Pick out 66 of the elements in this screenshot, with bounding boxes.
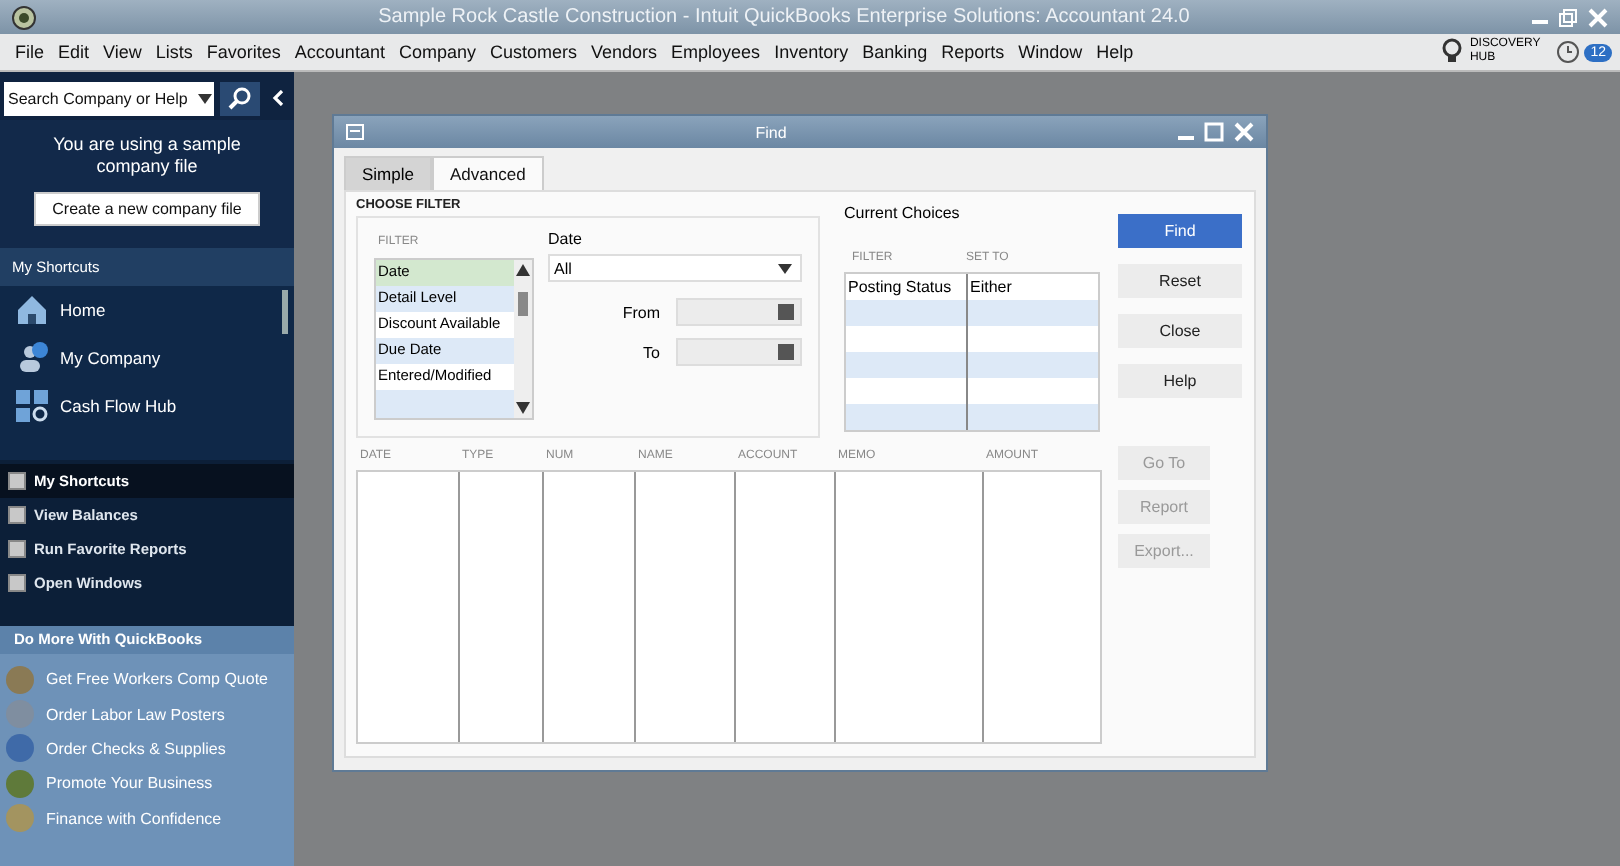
menu-item[interactable]: Favorites (199, 42, 288, 62)
menu-item[interactable]: Lists (148, 42, 200, 62)
menu-item[interactable]: Company (391, 42, 483, 62)
current-choices-label: Current Choices (844, 204, 962, 226)
from-label: From (622, 303, 660, 321)
minimize-icon (1178, 135, 1194, 139)
date-label: Date (548, 228, 584, 252)
menu-item[interactable]: Vendors (584, 42, 665, 62)
house-icon (14, 292, 50, 328)
person-icon (14, 340, 50, 376)
window-title: Sample Rock Castle Construction - Intuit QuickBooks Enterprise Solutions: Accountant 24.0 (376, 6, 1192, 28)
sample-file-note: You are using a sample company file (51, 134, 243, 178)
scrollbar-thumb[interactable] (282, 290, 288, 334)
calendar-icon (778, 304, 794, 320)
menu-item[interactable]: Inventory (767, 42, 856, 62)
maximize-icon (1204, 122, 1224, 142)
menu-item[interactable]: Banking (855, 42, 935, 62)
window-menu-icon (346, 124, 364, 140)
scrollbar[interactable] (514, 260, 532, 418)
find-window-title: Find (753, 123, 789, 141)
grid-icon (14, 388, 50, 424)
dialog-button[interactable]: Reset (1118, 264, 1242, 298)
dialog-button[interactable]: Find (1118, 214, 1242, 248)
restore-icon (1558, 7, 1578, 27)
search-field[interactable]: Search Company or Help (4, 81, 214, 115)
dialog-button[interactable]: Help (1118, 364, 1242, 398)
menu-item[interactable]: File (8, 42, 52, 62)
date-dropdown[interactable]: All (548, 254, 802, 282)
clock-icon (1556, 40, 1581, 64)
menu-item[interactable]: Help (1089, 42, 1141, 62)
create-company-button[interactable]: Create a new company file (34, 192, 260, 226)
close-icon (1234, 122, 1254, 142)
shortcut-item[interactable]: Home (0, 286, 294, 334)
square-icon (8, 574, 26, 592)
tab[interactable]: Simple (344, 156, 432, 190)
scrollbar-thumb[interactable] (518, 292, 528, 316)
chevron-left-icon (272, 90, 284, 106)
to-date-field[interactable] (676, 338, 802, 366)
scroll-down-icon (516, 402, 530, 414)
close-icon (1588, 7, 1608, 27)
table-cell-text: Either (968, 276, 1014, 300)
search-button[interactable] (220, 81, 260, 115)
square-icon (8, 540, 26, 558)
square-icon (8, 506, 26, 524)
dialog-button[interactable]: Close (1118, 314, 1242, 348)
app-logo-icon (12, 5, 36, 29)
dropdown-caret-icon (778, 263, 792, 273)
menu-item[interactable]: Accountant (287, 42, 392, 62)
menu-item[interactable]: Reports (934, 42, 1012, 62)
dropdown-caret-icon (198, 93, 212, 103)
from-date-field[interactable] (676, 298, 802, 326)
menu-item[interactable]: Window (1011, 42, 1090, 62)
search-icon (228, 86, 252, 110)
calendar-icon (778, 344, 794, 360)
shortcut-item[interactable]: My Company (0, 334, 294, 382)
menu-item[interactable]: Edit (51, 42, 97, 62)
menu-item[interactable]: Employees (664, 42, 768, 62)
to-label: To (643, 343, 660, 361)
tab[interactable]: Advanced (431, 156, 544, 190)
menu-item[interactable]: Customers (482, 42, 584, 62)
lightbulb-icon (1439, 38, 1464, 66)
menu-item[interactable]: View (96, 42, 149, 62)
scroll-up-icon (516, 264, 530, 276)
shortcut-item[interactable]: Cash Flow Hub (0, 382, 294, 430)
square-icon (8, 472, 26, 490)
minimize-icon (1532, 20, 1548, 24)
